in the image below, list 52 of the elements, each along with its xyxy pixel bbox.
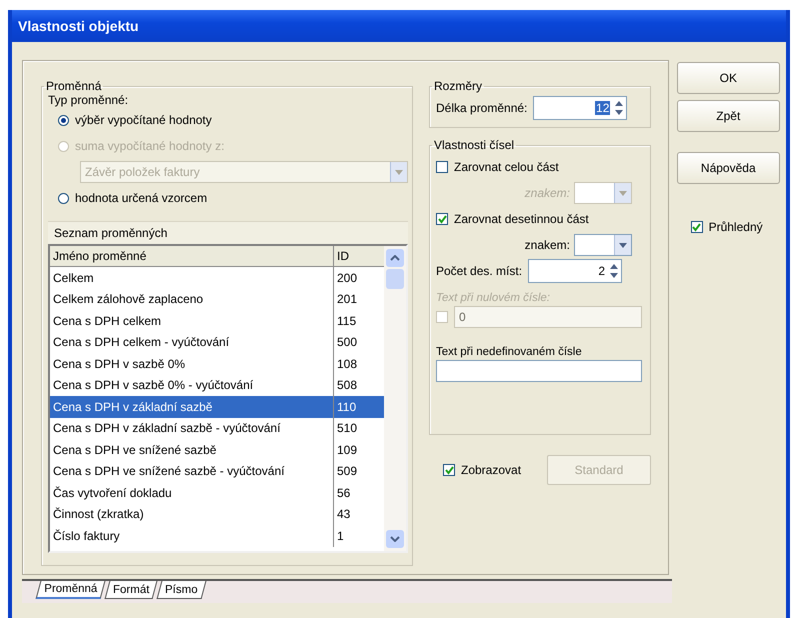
checkbox[interactable]: [443, 464, 455, 476]
list-row[interactable]: Činnost (zkratka) 43: [50, 504, 384, 525]
list-row[interactable]: Celkem zálohově zaplaceno 201: [50, 288, 384, 310]
checkbox[interactable]: [436, 213, 448, 225]
list-title: Seznam proměnných: [48, 221, 408, 244]
field-label: Typ proměnné:: [48, 93, 130, 107]
column-header[interactable]: Jméno proměnné: [50, 246, 334, 266]
radio-label[interactable]: hodnota určená vzorcem: [75, 191, 208, 205]
group-title: Rozměry: [433, 79, 484, 93]
dialog-button[interactable]: Nápověda: [676, 152, 780, 184]
group-title: Vlastnosti čísel: [433, 138, 516, 152]
checkbox-label[interactable]: Zobrazovat: [461, 463, 522, 477]
scroll-down-icon[interactable]: [386, 530, 404, 548]
group-title: Proměnná: [45, 79, 102, 93]
list-row[interactable]: Cena s DPH v sazbě 0% 108: [50, 353, 384, 374]
tab[interactable]: Písmo: [157, 581, 206, 599]
spin-field[interactable]: 12: [533, 96, 628, 120]
radio-button[interactable]: [58, 192, 69, 204]
field-label: Počet des. míst:: [436, 264, 522, 278]
radio-label[interactable]: výběr vypočítané hodnoty: [75, 113, 212, 127]
list-row[interactable]: Cena s DPH v základní sazbě - vyúčtování 510: [50, 418, 384, 439]
field-label: znakem:: [524, 238, 570, 252]
list-row[interactable]: Číslo faktury 1: [50, 525, 384, 546]
list-row[interactable]: Celkem 200: [50, 267, 384, 288]
list-row[interactable]: Cena s DPH celkem 115: [50, 310, 384, 332]
checkbox[interactable]: [690, 221, 703, 233]
checkbox-label[interactable]: Zarovnat desetinnou část: [454, 212, 589, 226]
scroll-up-icon[interactable]: [386, 249, 404, 267]
list-row[interactable]: Cena s DPH v základní sazbě 110: [50, 396, 384, 418]
tab[interactable]: Proměnná: [36, 581, 106, 599]
checkbox[interactable]: [436, 161, 448, 173]
dialog-button[interactable]: Zpět: [676, 100, 780, 132]
scroll-thumb[interactable]: [386, 269, 404, 289]
input-field[interactable]: [436, 360, 642, 382]
list-row[interactable]: Cena s DPH ve snížené sazbě 109: [50, 439, 384, 460]
checkbox-label[interactable]: Průhledný: [708, 220, 763, 234]
scrollbar[interactable]: [384, 246, 406, 551]
field-label: znakem:: [524, 186, 570, 200]
dialog-button[interactable]: OK: [676, 62, 780, 94]
list-row[interactable]: Cena s DPH ve snížené sazbě - vyúčtování 509: [50, 460, 384, 482]
list-row[interactable]: Čas vytvoření dokladu 56: [50, 482, 384, 504]
field-label: Text při nulovém čísle:: [436, 291, 551, 304]
column-header[interactable]: ID: [334, 246, 384, 266]
spin-field[interactable]: 2: [528, 259, 622, 283]
checkbox-label[interactable]: Zarovnat celou část: [454, 160, 559, 174]
radio-button[interactable]: [58, 114, 69, 126]
dropdown[interactable]: [574, 234, 632, 256]
variable-list[interactable]: [48, 244, 408, 553]
list-row[interactable]: Cena s DPH celkem - vyúčtování 500: [50, 332, 384, 353]
field-label: Text při nedefinovaném čísle: [436, 345, 583, 358]
tab[interactable]: Formát: [104, 581, 158, 599]
field-label: Délka proměnné:: [436, 101, 528, 115]
